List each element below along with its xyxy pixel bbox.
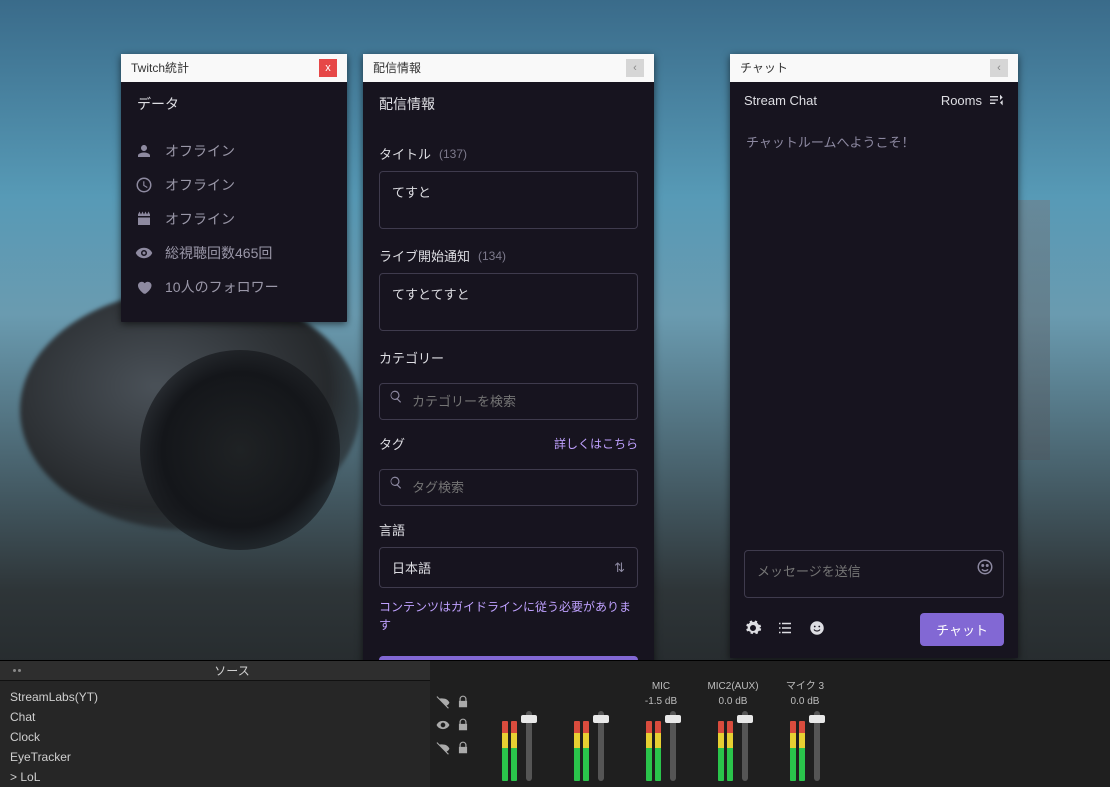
panel-header-streaminfo[interactable]: 配信情報 ‹ <box>363 54 654 82</box>
channel-slider[interactable] <box>670 711 676 781</box>
channel-meters <box>718 711 748 781</box>
panel-title: チャット <box>740 54 788 82</box>
tag-label: タグ <box>379 434 405 453</box>
notify-label-text: ライブ開始通知 <box>379 246 470 265</box>
stats-section-title: データ <box>121 82 347 126</box>
guideline-link[interactable]: コンテンツはガイドラインに従う必要があります <box>379 598 638 634</box>
tag-more-link[interactable]: 詳しくはこちら <box>554 435 638 452</box>
source-item[interactable]: EyeTracker <box>10 747 420 767</box>
channel-db: 0.0 dB <box>719 696 748 707</box>
channel-slider[interactable] <box>814 711 820 781</box>
chat-input[interactable] <box>744 550 1004 598</box>
bg-wheel-blob <box>140 350 340 550</box>
stat-followers-status: オフライン <box>135 134 333 168</box>
mixer-channel <box>490 703 544 781</box>
channel-meters <box>790 711 820 781</box>
channel-slider[interactable] <box>598 711 604 781</box>
chat-send-button[interactable]: チャット <box>920 613 1004 646</box>
channel-meters <box>502 711 532 781</box>
close-icon[interactable]: ‹ <box>626 59 644 77</box>
smiley-icon[interactable] <box>808 619 826 640</box>
channel-db: -1.5 dB <box>645 696 677 707</box>
channel-name: マイク 3 <box>786 677 824 692</box>
list-icon[interactable] <box>776 619 794 640</box>
obs-sources-pane: ソース StreamLabs(YT)ChatClockEyeTracker> L… <box>0 661 430 787</box>
stat-clip: オフライン <box>135 202 333 236</box>
clapper-icon <box>135 210 153 228</box>
chat-panel: チャット ‹ Stream Chat Rooms チャットルームへようこそ！ チ… <box>730 54 1018 658</box>
tag-label-row: タグ 詳しくはこちら <box>379 434 638 453</box>
stat-text: オフライン <box>165 141 235 161</box>
channel-name: MIC <box>652 681 670 692</box>
title-count: (137) <box>439 147 467 161</box>
obs-mixer: MIC -1.5 dB MIC2(AUX) 0.0 dB マイク 3 0.0 dB <box>430 661 1110 787</box>
source-item[interactable]: StreamLabs(YT) <box>10 687 420 707</box>
mixer-channel <box>562 703 616 781</box>
notify-label: ライブ開始通知 (134) <box>379 246 638 265</box>
chat-welcome: チャットルームへようこそ！ <box>746 132 1002 151</box>
channel-meters <box>574 711 604 781</box>
lang-select[interactable]: 日本語 ⇅ <box>379 547 638 588</box>
lang-value: 日本語 <box>392 558 431 577</box>
stat-text: 総視聴回数465回 <box>165 243 272 263</box>
mixer-channel: マイク 3 0.0 dB <box>778 677 832 781</box>
channel-name: MIC2(AUX) <box>707 681 758 692</box>
source-item[interactable]: > LoL <box>10 767 420 787</box>
channel-slider[interactable] <box>526 711 532 781</box>
eye-icon <box>135 244 153 262</box>
obs-sources-tab[interactable]: ソース <box>34 661 430 681</box>
person-icon <box>135 142 153 160</box>
channel-db: 0.0 dB <box>791 696 820 707</box>
streaminfo-section-title: 配信情報 <box>363 82 654 126</box>
source-item[interactable]: Chat <box>10 707 420 727</box>
title-label: タイトル (137) <box>379 144 638 163</box>
obs-scene-tab[interactable] <box>0 661 34 681</box>
twitch-stats-panel: Twitch統計 x データ オフライン オフライン オフライン 総視聴回数46… <box>121 54 347 322</box>
stats-list: オフライン オフライン オフライン 総視聴回数465回 10人のフォロワー <box>121 126 347 322</box>
rooms-toggle[interactable]: Rooms <box>941 92 1004 108</box>
search-icon <box>389 475 403 492</box>
channel-slider[interactable] <box>742 711 748 781</box>
stat-uptime: オフライン <box>135 168 333 202</box>
clock-icon <box>135 176 153 194</box>
close-icon[interactable]: x <box>319 59 337 77</box>
stream-info-panel: 配信情報 ‹ 配信情報 タイトル (137) ライブ開始通知 (134) カテゴ… <box>363 54 654 712</box>
stat-text: オフライン <box>165 175 235 195</box>
lang-label: 言語 <box>379 520 638 539</box>
panel-title: 配信情報 <box>373 54 421 82</box>
gear-icon[interactable] <box>744 619 762 640</box>
tag-search-input[interactable] <box>379 469 638 506</box>
chat-subheader: Stream Chat Rooms <box>730 82 1018 118</box>
stat-followers: 10人のフォロワー <box>135 270 333 304</box>
mixer-channel: MIC2(AUX) 0.0 dB <box>706 681 760 781</box>
rooms-icon <box>988 92 1004 108</box>
stat-text: 10人のフォロワー <box>165 277 279 297</box>
notify-count: (134) <box>478 249 506 263</box>
obs-dock: ソース StreamLabs(YT)ChatClockEyeTracker> L… <box>0 660 1110 787</box>
chevron-updown-icon: ⇅ <box>614 560 625 576</box>
chat-subtitle: Stream Chat <box>744 93 817 108</box>
rooms-label: Rooms <box>941 93 982 108</box>
search-icon <box>389 389 403 406</box>
title-input[interactable] <box>379 171 638 229</box>
panel-title: Twitch統計 <box>131 54 189 82</box>
title-label-text: タイトル <box>379 144 431 163</box>
notify-input[interactable] <box>379 273 638 331</box>
channel-meters <box>646 711 676 781</box>
panel-header-stats[interactable]: Twitch統計 x <box>121 54 347 82</box>
source-item[interactable]: Clock <box>10 727 420 747</box>
obs-source-list: StreamLabs(YT)ChatClockEyeTracker> LoLGC… <box>0 681 430 787</box>
chat-messages: チャットルームへようこそ！ <box>730 118 1018 550</box>
heart-icon <box>135 278 153 296</box>
panel-header-chat[interactable]: チャット ‹ <box>730 54 1018 82</box>
category-label: カテゴリー <box>379 348 638 367</box>
stat-text: オフライン <box>165 209 235 229</box>
emote-icon[interactable] <box>976 558 994 579</box>
category-search-input[interactable] <box>379 383 638 420</box>
stat-views: 総視聴回数465回 <box>135 236 333 270</box>
mixer-channel: MIC -1.5 dB <box>634 681 688 781</box>
close-icon[interactable]: ‹ <box>990 59 1008 77</box>
